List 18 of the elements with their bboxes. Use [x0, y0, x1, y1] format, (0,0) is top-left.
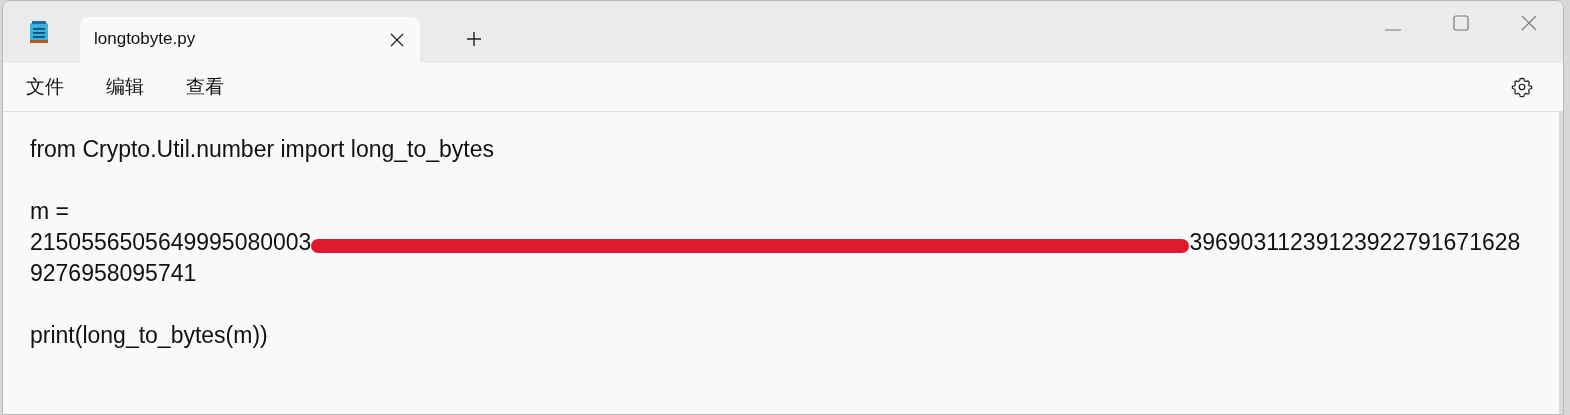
- code-line: print(long_to_bytes(m)): [30, 321, 268, 350]
- code-text: 39690311239123922791671628: [1189, 228, 1521, 257]
- menu-item[interactable]: 编辑: [106, 74, 144, 100]
- file-tab[interactable]: longtobyte.py: [80, 17, 420, 63]
- code-line: m =: [30, 197, 69, 226]
- menu-item[interactable]: 文件: [26, 74, 64, 100]
- code-text: 2150556505649995080003: [30, 228, 312, 257]
- scrollbar[interactable]: [1559, 112, 1563, 414]
- settings-icon[interactable]: [1511, 76, 1533, 98]
- code-line: from Crypto.Util.number import long_to_bytes: [30, 135, 495, 164]
- tab-title: longtobyte.py: [94, 29, 196, 50]
- close-icon[interactable]: [390, 33, 404, 47]
- code-line: 9276958095741: [30, 259, 197, 288]
- text-editor[interactable]: from Crypto.Util.number import long_to_bytes m = 2150556505649995080003 39690311239123922791671628 9276958095741 print(long_to_bytes(m)): [3, 112, 1563, 351]
- maximize-icon[interactable]: [1453, 15, 1469, 31]
- notepad-icon: [28, 20, 50, 44]
- new-tab-icon[interactable]: [466, 31, 482, 47]
- menu-item[interactable]: 查看: [186, 74, 224, 100]
